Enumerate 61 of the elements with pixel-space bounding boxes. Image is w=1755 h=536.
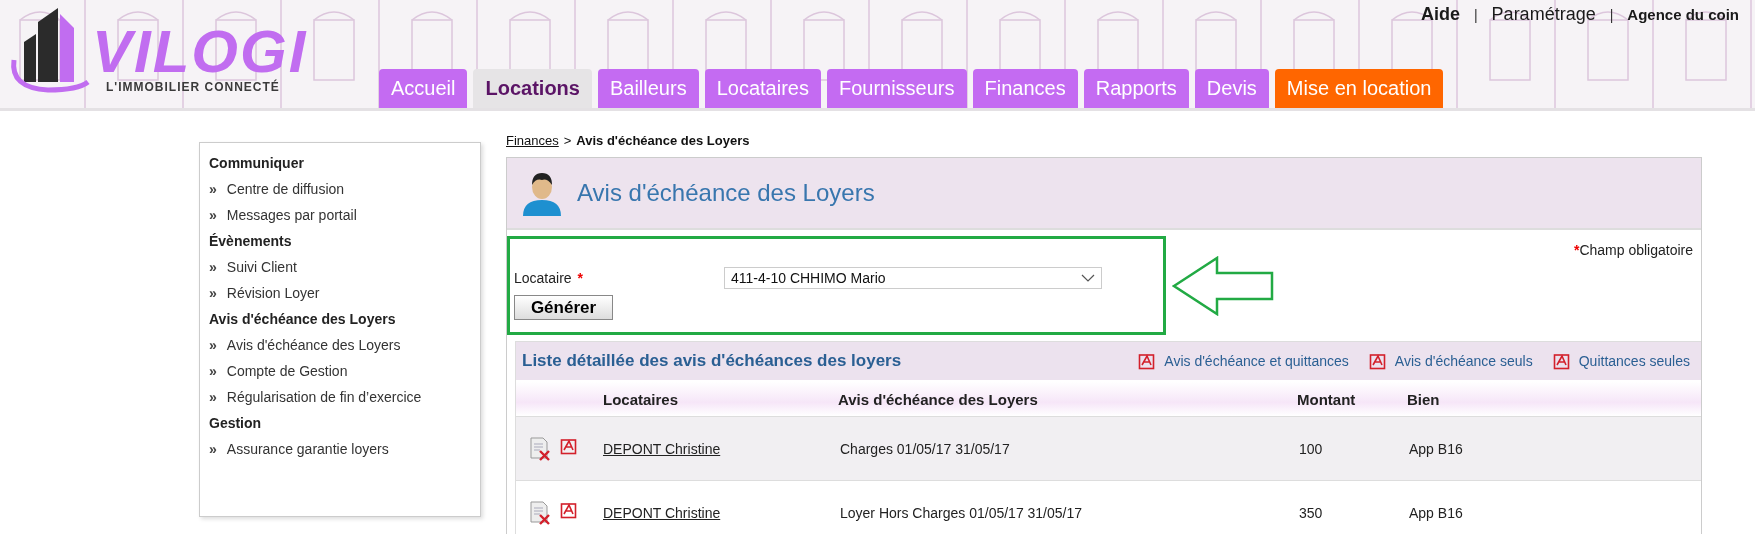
pdf-icon (560, 436, 578, 455)
required-note: *Champ obligatoire (1573, 242, 1693, 258)
chevron-icon: » (209, 207, 217, 223)
separator: | (1473, 6, 1478, 23)
column-header: Montant (1297, 390, 1357, 408)
pdf-icon (560, 500, 578, 519)
sidebar-link[interactable]: Avis d'échéance des Loyers (226, 337, 401, 353)
list-title: Liste détaillée des avis d'échéances des loyers (522, 351, 902, 371)
chevron-down-icon (1081, 274, 1095, 282)
menu-section-title: Évènements (209, 233, 293, 249)
breadcrumb-current: Avis d'échéance des Loyers (576, 133, 750, 150)
column-header: Locataires (603, 390, 680, 408)
separator: | (1609, 6, 1614, 23)
sidebar-link[interactable]: Suivi Client (226, 259, 297, 275)
tenant-link[interactable]: DEPONT Christine (603, 440, 838, 457)
breadcrumb-link[interactable]: Finances (506, 133, 559, 157)
tenant-link[interactable]: DEPONT Christine (603, 504, 838, 521)
table-cell-text: App B16 (1408, 504, 1464, 521)
menu-section-title: Gestion (209, 415, 263, 431)
sidebar-link[interactable]: Compte de Gestion (226, 363, 348, 379)
column-header: Avis d'échéance des Loyers (838, 390, 1039, 408)
breadcrumb-separator: > (563, 133, 572, 150)
chevron-icon: » (209, 285, 217, 301)
pdf-link[interactable]: Avis d'échéance et quittances (1138, 352, 1349, 370)
tenant-select[interactable]: 411-4-10 CHHIMO Mario (724, 267, 1102, 289)
logo-tagline: L'IMMOBILIER CONNECTÉ (106, 80, 281, 94)
table-cell-text: App B16 (1408, 440, 1464, 457)
sidebar-link[interactable]: Centre de diffusion (226, 181, 345, 197)
chevron-icon: » (209, 389, 217, 405)
top-link[interactable]: Aide (1420, 4, 1460, 25)
chevron-icon: » (209, 363, 217, 379)
delete-document-icon[interactable] (528, 436, 552, 461)
pdf-icon (1368, 352, 1387, 370)
chevron-icon: » (209, 441, 217, 457)
column-header: Bien (1407, 390, 1441, 408)
sidebar-link[interactable]: Assurance garantie loyers (226, 441, 389, 457)
delete-document-icon[interactable] (528, 500, 552, 525)
table-cell-text: Charges 01/05/17 31/05/17 (839, 440, 1011, 457)
nav-tab[interactable]: Locations (473, 69, 592, 108)
sidebar-link[interactable]: Messages par portail (226, 207, 357, 223)
sidebar-link[interactable]: Révision Loyer (226, 285, 320, 301)
menu-section-title: Communiquer (209, 155, 305, 171)
panel-title: Avis d'échéance des Loyers (577, 179, 875, 207)
table-cell-text: 350 (1298, 504, 1324, 521)
logo-name: VILOGI (92, 24, 308, 80)
field-label: Locataire * (514, 270, 585, 286)
menu-section-title: Avis d'échéance des Loyers (209, 311, 397, 327)
chevron-icon: » (209, 337, 217, 353)
table-cell-text: Loyer Hors Charges 01/05/17 31/05/17 (839, 504, 1084, 521)
chevron-icon: » (209, 181, 217, 197)
pdf-icon (1552, 352, 1571, 370)
agency-name[interactable]: Agence du coin (1627, 6, 1739, 23)
chevron-icon: » (209, 259, 217, 275)
sidebar-link[interactable]: Régularisation de fin d’exercice (226, 389, 422, 405)
pdf-link[interactable]: Avis d'échéance seuls (1368, 352, 1533, 370)
person-icon (521, 170, 563, 216)
pdf-link[interactable]: Quittances seules (1552, 352, 1690, 370)
table-cell-text: 100 (1298, 440, 1324, 457)
pdf-icon (1138, 352, 1157, 370)
generate-button[interactable]: Générer (514, 295, 613, 320)
top-link[interactable]: Paramétrage (1491, 4, 1596, 25)
